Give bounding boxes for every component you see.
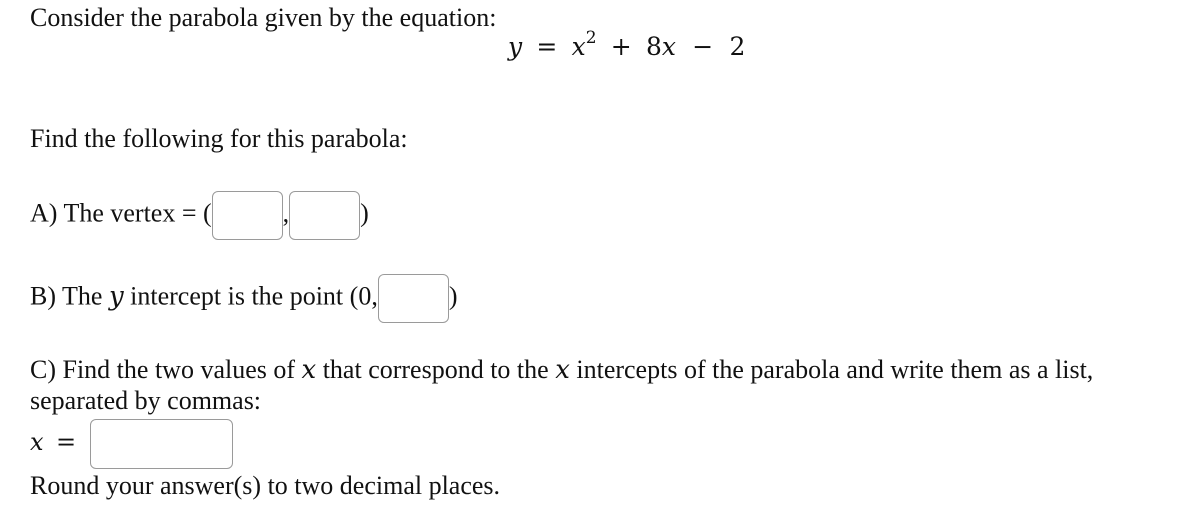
x-intercepts-row: x = (30, 419, 234, 469)
equation-x-linear: x (661, 32, 676, 61)
part-c-text3: intercepts of the parabola and write the… (569, 355, 1094, 384)
answer-var: x (30, 427, 44, 456)
intro-text: Consider the parabola given by the equat… (30, 3, 497, 32)
part-c-text1: C) Find the two values of (30, 355, 302, 384)
vertex-close-paren: ) (360, 198, 369, 228)
equation-y: y (508, 32, 523, 61)
part-c-line2: separated by commas: (30, 386, 262, 415)
y-intercept-input[interactable] (377, 274, 449, 323)
rounding-note: Round your answer(s) to two decimal plac… (30, 471, 501, 500)
vertex-x-input[interactable] (211, 191, 283, 240)
equation-exponent: 2 (585, 27, 597, 48)
part-b-prefix: B) The (30, 281, 109, 311)
part-c-var1: x (301, 355, 317, 385)
equation-minus: − (692, 32, 714, 61)
x-intercepts-input[interactable] (90, 419, 234, 469)
equation-coefficient: 8 (645, 32, 662, 61)
part-a-label: A) The vertex = ( (30, 198, 212, 228)
equation-constant: 2 (729, 32, 746, 61)
part-b: B) The y intercept is the point (0,) (30, 274, 458, 323)
part-a: A) The vertex = (,) (30, 191, 369, 240)
part-b-var: y (108, 281, 124, 312)
part-b-suffix: intercept is the point (0, (123, 281, 378, 311)
equation-x: x (571, 32, 586, 61)
part-c-var2: x (555, 355, 570, 385)
prompt-text: Find the following for this parabola: (30, 124, 408, 153)
equation-plus: + (610, 32, 632, 61)
equation: y = x2 + 8x − 2 (508, 29, 746, 62)
y-intercept-close-paren: ) (448, 281, 458, 311)
equation-equals: = (536, 32, 558, 61)
part-c-line1: C) Find the two values of x that corresp… (30, 355, 1093, 385)
part-c-text2: that correspond to the (316, 355, 556, 384)
vertex-y-input[interactable] (289, 191, 361, 240)
answer-equals: = (56, 427, 77, 456)
